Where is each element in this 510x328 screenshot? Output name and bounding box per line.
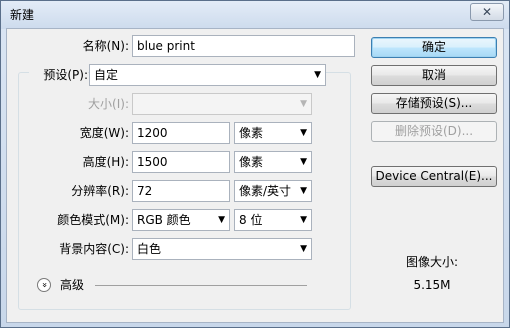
chevron-down-icon: ▼ — [218, 215, 225, 225]
resolution-label: 分辨率(R): — [71, 184, 129, 198]
width-unit-value: 像素 — [239, 126, 264, 140]
delete-preset-button: 删除预设(D)... — [371, 121, 497, 142]
color-mode-value: RGB 颜色 — [137, 213, 191, 227]
height-input[interactable]: 1500 — [132, 151, 230, 173]
image-size-label: 图像大小: — [405, 255, 459, 269]
ok-button[interactable]: 确定 — [371, 37, 497, 58]
size-select: ▼ — [132, 93, 312, 115]
chevron-down-icon: ▼ — [300, 186, 307, 196]
bit-depth-select[interactable]: 8 位 ▼ — [234, 209, 312, 231]
width-input[interactable]: 1200 — [132, 122, 230, 144]
size-label: 大小(I): — [88, 97, 129, 111]
advanced-divider — [95, 285, 307, 286]
height-label: 高度(H): — [82, 155, 129, 169]
preset-value: 自定 — [94, 68, 119, 82]
background-label: 背景内容(C): — [59, 242, 129, 256]
height-unit-value: 像素 — [239, 155, 264, 169]
resolution-input[interactable]: 72 — [132, 180, 230, 202]
double-chevron-down-icon[interactable]: » — [37, 278, 51, 292]
chevron-down-icon: ▼ — [300, 157, 307, 167]
width-label: 宽度(W): — [79, 126, 129, 140]
dialog-title: 新建 — [10, 8, 35, 22]
device-central-button[interactable]: Device Central(E)... — [371, 166, 497, 187]
chevron-down-icon: ▼ — [300, 215, 307, 225]
preset-label: 预设(P): — [29, 64, 88, 86]
resolution-unit-select[interactable]: 像素/英寸 ▼ — [234, 180, 312, 202]
background-value: 白色 — [137, 242, 162, 256]
name-input[interactable]: blue print — [132, 35, 355, 57]
background-select[interactable]: 白色 ▼ — [132, 238, 312, 260]
height-unit-select[interactable]: 像素 ▼ — [234, 151, 312, 173]
close-icon: ✕ — [481, 5, 493, 19]
cancel-button[interactable]: 取消 — [371, 65, 497, 86]
bit-depth-value: 8 位 — [239, 213, 263, 227]
dialog-body: 名称(N): blue print 预设(P): 自定 ▼ 大小(I): ▼ 宽… — [6, 28, 504, 323]
chevron-down-icon: ▼ — [300, 99, 307, 109]
color-mode-label: 颜色模式(M): — [57, 213, 129, 227]
close-button[interactable]: ✕ — [470, 3, 504, 21]
image-size-value: 5.15M — [413, 278, 451, 292]
chevron-down-icon: ▼ — [300, 244, 307, 254]
name-label: 名称(N): — [82, 39, 129, 53]
advanced-label[interactable]: 高级 — [60, 275, 84, 295]
resolution-unit-value: 像素/英寸 — [239, 184, 292, 198]
preset-select[interactable]: 自定 ▼ — [89, 64, 326, 86]
title-bar[interactable]: 新建 ✕ — [1, 1, 509, 29]
chevron-down-icon: ▼ — [314, 70, 321, 80]
color-mode-select[interactable]: RGB 颜色 ▼ — [132, 209, 230, 231]
chevron-down-icon: ▼ — [300, 128, 307, 138]
save-preset-button[interactable]: 存储预设(S)... — [371, 93, 497, 114]
width-unit-select[interactable]: 像素 ▼ — [234, 122, 312, 144]
new-document-dialog: 新建 ✕ 名称(N): blue print 预设(P): 自定 ▼ 大小(I)… — [0, 0, 510, 328]
